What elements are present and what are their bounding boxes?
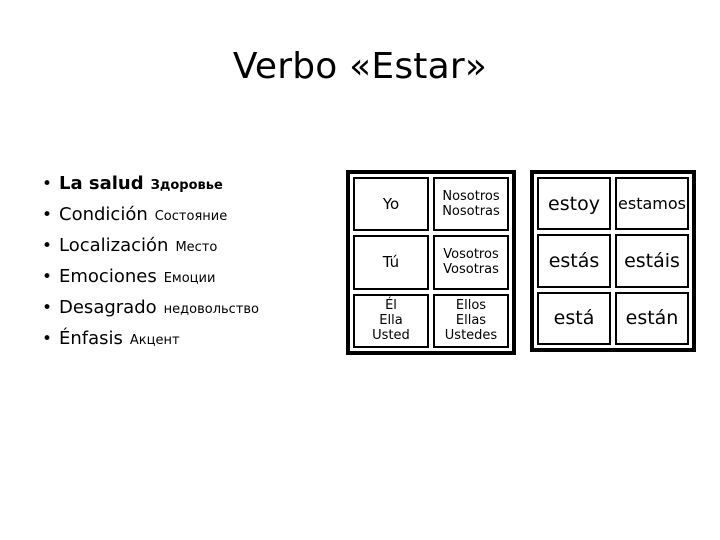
cell-line: están <box>625 307 679 330</box>
uses-bullet-list: • La salud Здоровье • Condición Состояни… <box>42 168 342 354</box>
use-gloss: Состояние <box>154 209 228 224</box>
slide-canvas: Verbo «Estar» • La salud Здоровье • Cond… <box>0 0 720 540</box>
bullet-dot-icon: • <box>42 174 53 194</box>
cell-line: Ella <box>379 313 403 329</box>
bullet-dot-icon: • <box>42 205 53 225</box>
use-term: La salud <box>59 173 144 194</box>
table-cell-conj-estoy: estoy <box>537 177 611 231</box>
table-cell-conj-estais: estáis <box>615 234 689 288</box>
bullet-dot-icon: • <box>42 298 53 318</box>
use-term: Desagrado <box>59 297 157 318</box>
table-cell-pronoun-yo: Yo <box>353 177 429 232</box>
cell-line: estoy <box>548 192 600 215</box>
bullet-dot-icon: • <box>42 236 53 256</box>
cell-line: estáis <box>624 249 680 272</box>
use-gloss: Емоции <box>163 271 216 286</box>
cell-line: Nosotros <box>442 189 500 205</box>
table-cell-pronoun-vosotros: Vosotros Vosotras <box>433 235 509 290</box>
pronoun-table: Yo Nosotros Nosotras Tú Vosotros Vosotra… <box>346 170 516 355</box>
table-cell-conj-esta: está <box>537 291 611 345</box>
cell-line: Él <box>385 298 397 314</box>
table-cell-pronoun-ellos: Ellos Ellas Ustedes <box>433 293 509 348</box>
list-item: • Énfasis Акцент <box>42 323 342 354</box>
use-term: Localización <box>59 235 169 256</box>
use-term: Énfasis <box>59 328 123 349</box>
list-item: • Emociones Емоции <box>42 261 342 292</box>
list-item: • Condición Состояние <box>42 199 342 230</box>
cell-line: Yo <box>382 194 400 213</box>
table-cell-pronoun-el: Él Ella Usted <box>353 293 429 348</box>
list-item: • Localización Место <box>42 230 342 261</box>
cell-line: Vosotras <box>443 262 499 278</box>
cell-line: estás <box>548 249 600 272</box>
cell-line: Usted <box>372 328 410 344</box>
list-item: • Desagrado недовольство <box>42 292 342 323</box>
bullet-dot-icon: • <box>42 267 53 287</box>
page-title: Verbo «Estar» <box>232 46 488 87</box>
table-cell-conj-estamos: estamos <box>615 177 689 231</box>
table-cell-conj-estas: estás <box>537 234 611 288</box>
cell-line: está <box>553 307 595 330</box>
use-gloss: Здоровье <box>150 178 223 193</box>
cell-line: Ellas <box>455 313 487 329</box>
cell-line: Tú <box>382 252 400 271</box>
cell-line: Vosotros <box>443 247 499 263</box>
bullet-dot-icon: • <box>42 329 53 349</box>
table-cell-pronoun-nosotros: Nosotros Nosotras <box>433 177 509 232</box>
conjugation-table: estoy estamos estás estáis está están <box>530 170 696 352</box>
use-gloss: Акцент <box>129 333 180 348</box>
table-cell-pronoun-tu: Tú <box>353 235 429 290</box>
cell-line: Ustedes <box>444 328 498 344</box>
table-cell-conj-estan: están <box>615 291 689 345</box>
list-item: • La salud Здоровье <box>42 168 342 199</box>
cell-line: Nosotras <box>442 204 500 220</box>
use-term: Emociones <box>59 266 157 287</box>
use-gloss: недовольство <box>163 302 260 317</box>
cell-line: Ellos <box>455 298 487 314</box>
cell-line: estamos <box>618 193 686 213</box>
use-gloss: Место <box>175 240 218 255</box>
use-term: Condición <box>59 204 148 225</box>
